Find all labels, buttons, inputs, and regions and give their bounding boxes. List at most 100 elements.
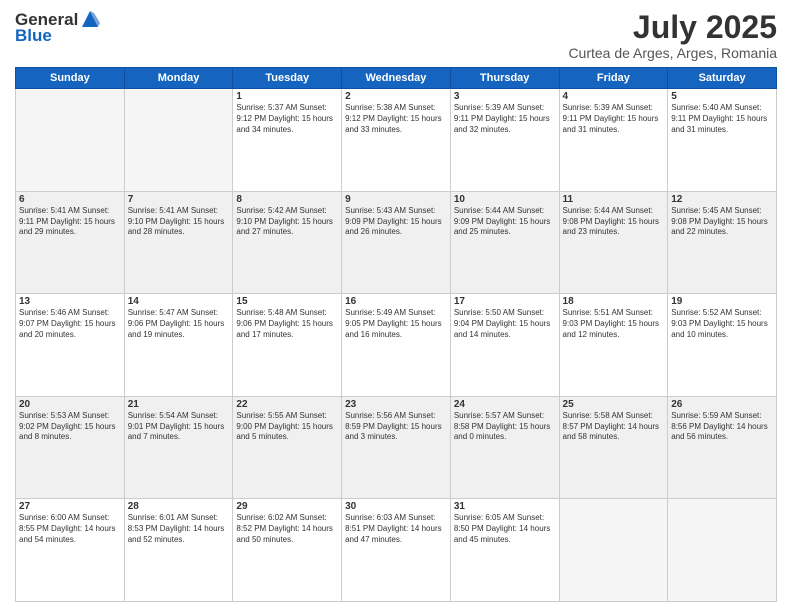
day-info: Sunrise: 5:53 AM Sunset: 9:02 PM Dayligh… — [19, 411, 121, 443]
calendar-week-row: 13Sunrise: 5:46 AM Sunset: 9:07 PM Dayli… — [16, 294, 777, 397]
day-number: 5 — [671, 91, 773, 102]
calendar-week-row: 27Sunrise: 6:00 AM Sunset: 8:55 PM Dayli… — [16, 499, 777, 602]
table-row: 23Sunrise: 5:56 AM Sunset: 8:59 PM Dayli… — [342, 396, 451, 499]
day-number: 31 — [454, 501, 556, 512]
calendar-week-row: 1Sunrise: 5:37 AM Sunset: 9:12 PM Daylig… — [16, 89, 777, 192]
table-row: 15Sunrise: 5:48 AM Sunset: 9:06 PM Dayli… — [233, 294, 342, 397]
day-info: Sunrise: 5:48 AM Sunset: 9:06 PM Dayligh… — [236, 308, 338, 340]
calendar-week-row: 6Sunrise: 5:41 AM Sunset: 9:11 PM Daylig… — [16, 191, 777, 294]
table-row: 21Sunrise: 5:54 AM Sunset: 9:01 PM Dayli… — [124, 396, 233, 499]
day-number: 8 — [236, 194, 338, 205]
day-info: Sunrise: 5:52 AM Sunset: 9:03 PM Dayligh… — [671, 308, 773, 340]
day-info: Sunrise: 5:43 AM Sunset: 9:09 PM Dayligh… — [345, 206, 447, 238]
day-number: 13 — [19, 296, 121, 307]
day-info: Sunrise: 5:50 AM Sunset: 9:04 PM Dayligh… — [454, 308, 556, 340]
day-number: 18 — [563, 296, 665, 307]
day-info: Sunrise: 5:49 AM Sunset: 9:05 PM Dayligh… — [345, 308, 447, 340]
day-info: Sunrise: 5:42 AM Sunset: 9:10 PM Dayligh… — [236, 206, 338, 238]
day-number: 14 — [128, 296, 230, 307]
day-number: 9 — [345, 194, 447, 205]
calendar-header-row: Sunday Monday Tuesday Wednesday Thursday… — [16, 68, 777, 89]
day-number: 23 — [345, 399, 447, 410]
day-info: Sunrise: 5:40 AM Sunset: 9:11 PM Dayligh… — [671, 103, 773, 135]
table-row — [668, 499, 777, 602]
table-row: 3Sunrise: 5:39 AM Sunset: 9:11 PM Daylig… — [450, 89, 559, 192]
table-row: 31Sunrise: 6:05 AM Sunset: 8:50 PM Dayli… — [450, 499, 559, 602]
day-info: Sunrise: 6:03 AM Sunset: 8:51 PM Dayligh… — [345, 513, 447, 545]
day-info: Sunrise: 5:41 AM Sunset: 9:11 PM Dayligh… — [19, 206, 121, 238]
table-row: 28Sunrise: 6:01 AM Sunset: 8:53 PM Dayli… — [124, 499, 233, 602]
page: General Blue July 2025 Curtea de Arges, … — [0, 0, 792, 612]
day-info: Sunrise: 6:02 AM Sunset: 8:52 PM Dayligh… — [236, 513, 338, 545]
day-number: 25 — [563, 399, 665, 410]
day-number: 27 — [19, 501, 121, 512]
day-number: 28 — [128, 501, 230, 512]
day-number: 6 — [19, 194, 121, 205]
header-tuesday: Tuesday — [233, 68, 342, 89]
header-sunday: Sunday — [16, 68, 125, 89]
day-number: 3 — [454, 91, 556, 102]
day-number: 16 — [345, 296, 447, 307]
day-info: Sunrise: 5:57 AM Sunset: 8:58 PM Dayligh… — [454, 411, 556, 443]
table-row: 7Sunrise: 5:41 AM Sunset: 9:10 PM Daylig… — [124, 191, 233, 294]
day-info: Sunrise: 5:58 AM Sunset: 8:57 PM Dayligh… — [563, 411, 665, 443]
day-info: Sunrise: 5:41 AM Sunset: 9:10 PM Dayligh… — [128, 206, 230, 238]
table-row: 18Sunrise: 5:51 AM Sunset: 9:03 PM Dayli… — [559, 294, 668, 397]
table-row: 29Sunrise: 6:02 AM Sunset: 8:52 PM Dayli… — [233, 499, 342, 602]
header: General Blue July 2025 Curtea de Arges, … — [15, 10, 777, 61]
day-info: Sunrise: 5:54 AM Sunset: 9:01 PM Dayligh… — [128, 411, 230, 443]
table-row: 13Sunrise: 5:46 AM Sunset: 9:07 PM Dayli… — [16, 294, 125, 397]
day-number: 15 — [236, 296, 338, 307]
day-info: Sunrise: 5:38 AM Sunset: 9:12 PM Dayligh… — [345, 103, 447, 135]
day-info: Sunrise: 6:01 AM Sunset: 8:53 PM Dayligh… — [128, 513, 230, 545]
table-row: 20Sunrise: 5:53 AM Sunset: 9:02 PM Dayli… — [16, 396, 125, 499]
day-info: Sunrise: 5:45 AM Sunset: 9:08 PM Dayligh… — [671, 206, 773, 238]
day-info: Sunrise: 5:46 AM Sunset: 9:07 PM Dayligh… — [19, 308, 121, 340]
header-saturday: Saturday — [668, 68, 777, 89]
day-info: Sunrise: 5:44 AM Sunset: 9:08 PM Dayligh… — [563, 206, 665, 238]
calendar-subtitle: Curtea de Arges, Arges, Romania — [568, 45, 777, 61]
day-number: 30 — [345, 501, 447, 512]
header-wednesday: Wednesday — [342, 68, 451, 89]
table-row: 24Sunrise: 5:57 AM Sunset: 8:58 PM Dayli… — [450, 396, 559, 499]
day-number: 11 — [563, 194, 665, 205]
day-info: Sunrise: 5:39 AM Sunset: 9:11 PM Dayligh… — [454, 103, 556, 135]
day-number: 17 — [454, 296, 556, 307]
day-info: Sunrise: 5:56 AM Sunset: 8:59 PM Dayligh… — [345, 411, 447, 443]
table-row: 30Sunrise: 6:03 AM Sunset: 8:51 PM Dayli… — [342, 499, 451, 602]
day-info: Sunrise: 5:59 AM Sunset: 8:56 PM Dayligh… — [671, 411, 773, 443]
day-number: 10 — [454, 194, 556, 205]
calendar-title: July 2025 — [568, 10, 777, 45]
table-row: 8Sunrise: 5:42 AM Sunset: 9:10 PM Daylig… — [233, 191, 342, 294]
day-info: Sunrise: 5:51 AM Sunset: 9:03 PM Dayligh… — [563, 308, 665, 340]
table-row — [124, 89, 233, 192]
table-row — [16, 89, 125, 192]
table-row: 25Sunrise: 5:58 AM Sunset: 8:57 PM Dayli… — [559, 396, 668, 499]
day-number: 29 — [236, 501, 338, 512]
table-row: 19Sunrise: 5:52 AM Sunset: 9:03 PM Dayli… — [668, 294, 777, 397]
title-block: July 2025 Curtea de Arges, Arges, Romani… — [568, 10, 777, 61]
day-number: 24 — [454, 399, 556, 410]
table-row: 16Sunrise: 5:49 AM Sunset: 9:05 PM Dayli… — [342, 294, 451, 397]
header-monday: Monday — [124, 68, 233, 89]
day-info: Sunrise: 5:55 AM Sunset: 9:00 PM Dayligh… — [236, 411, 338, 443]
table-row: 26Sunrise: 5:59 AM Sunset: 8:56 PM Dayli… — [668, 396, 777, 499]
calendar-table: Sunday Monday Tuesday Wednesday Thursday… — [15, 67, 777, 602]
table-row: 12Sunrise: 5:45 AM Sunset: 9:08 PM Dayli… — [668, 191, 777, 294]
logo: General Blue — [15, 10, 100, 46]
table-row: 22Sunrise: 5:55 AM Sunset: 9:00 PM Dayli… — [233, 396, 342, 499]
day-number: 19 — [671, 296, 773, 307]
calendar-week-row: 20Sunrise: 5:53 AM Sunset: 9:02 PM Dayli… — [16, 396, 777, 499]
table-row: 6Sunrise: 5:41 AM Sunset: 9:11 PM Daylig… — [16, 191, 125, 294]
header-thursday: Thursday — [450, 68, 559, 89]
table-row — [559, 499, 668, 602]
header-friday: Friday — [559, 68, 668, 89]
day-number: 1 — [236, 91, 338, 102]
day-number: 7 — [128, 194, 230, 205]
table-row: 2Sunrise: 5:38 AM Sunset: 9:12 PM Daylig… — [342, 89, 451, 192]
day-number: 12 — [671, 194, 773, 205]
day-number: 21 — [128, 399, 230, 410]
day-number: 4 — [563, 91, 665, 102]
table-row: 10Sunrise: 5:44 AM Sunset: 9:09 PM Dayli… — [450, 191, 559, 294]
day-info: Sunrise: 5:47 AM Sunset: 9:06 PM Dayligh… — [128, 308, 230, 340]
